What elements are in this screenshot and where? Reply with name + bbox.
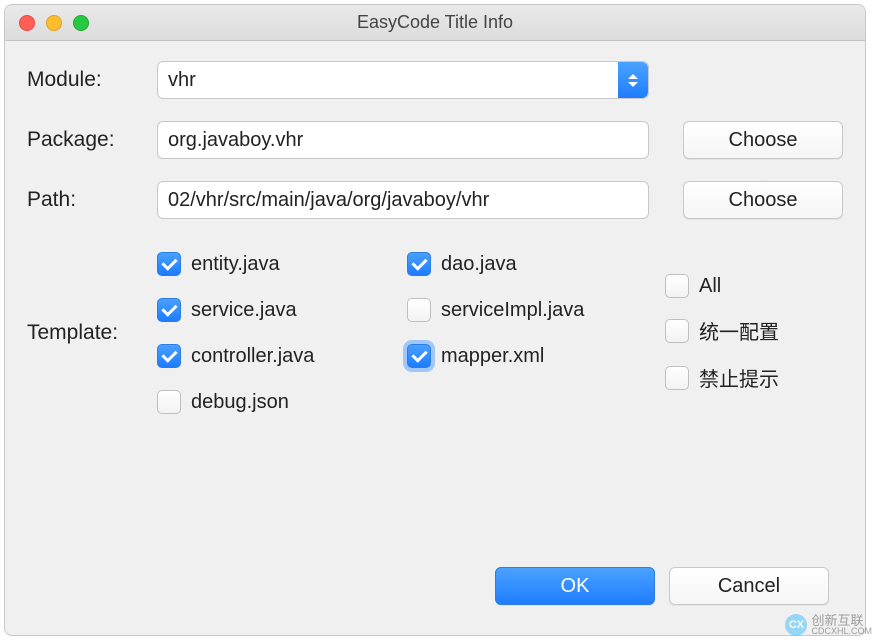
checkbox-unchecked-icon — [665, 366, 689, 390]
template-label: Template: — [27, 321, 157, 345]
choose-path-button[interactable]: Choose — [683, 181, 843, 219]
module-value: vhr — [168, 69, 196, 92]
side-option-checkbox[interactable]: 禁止提示 — [665, 363, 843, 392]
package-label: Package: — [27, 128, 157, 152]
checkbox-checked-icon — [157, 252, 181, 276]
dialog-window: EasyCode Title Info Module: vhr Package:… — [4, 4, 866, 636]
module-label: Module: — [27, 68, 157, 92]
close-icon[interactable] — [19, 15, 35, 31]
cancel-button[interactable]: Cancel — [669, 567, 829, 605]
choose-label: Choose — [729, 189, 798, 212]
template-label: mapper.xml — [441, 345, 544, 368]
template-label: dao.java — [441, 253, 517, 276]
checkbox-unchecked-icon — [665, 319, 689, 343]
template-label: service.java — [191, 299, 297, 322]
choose-label: Choose — [729, 129, 798, 152]
watermark: CX 创新互联 CDCXHL.COM — [785, 614, 872, 636]
checkbox-checked-icon — [157, 344, 181, 368]
package-row: Package: org.javaboy.vhr Choose — [27, 121, 847, 159]
traffic-lights — [19, 15, 89, 31]
ok-button[interactable]: OK — [495, 567, 655, 605]
minimize-icon[interactable] — [46, 15, 62, 31]
package-value: org.javaboy.vhr — [168, 129, 303, 152]
path-row: Path: 02/vhr/src/main/java/org/javaboy/v… — [27, 181, 847, 219]
side-option-label: 禁止提示 — [699, 363, 779, 392]
dialog-footer: OK Cancel — [27, 557, 847, 621]
template-label: entity.java — [191, 253, 280, 276]
titlebar: EasyCode Title Info — [5, 5, 865, 41]
side-option-checkbox[interactable]: 统一配置 — [665, 316, 843, 345]
template-checkbox[interactable]: service.java — [157, 298, 407, 322]
maximize-icon[interactable] — [73, 15, 89, 31]
ok-label: OK — [561, 575, 590, 598]
path-input[interactable]: 02/vhr/src/main/java/org/javaboy/vhr — [157, 181, 649, 219]
template-checkbox[interactable]: debug.json — [157, 390, 407, 414]
checkbox-checked-icon — [407, 252, 431, 276]
template-checkbox[interactable]: mapper.xml — [407, 344, 649, 368]
template-checkbox[interactable]: dao.java — [407, 252, 649, 276]
template-checkbox[interactable]: entity.java — [157, 252, 407, 276]
path-value: 02/vhr/src/main/java/org/javaboy/vhr — [168, 189, 489, 212]
cancel-label: Cancel — [718, 575, 780, 598]
choose-package-button[interactable]: Choose — [683, 121, 843, 159]
watermark-en: CDCXHL.COM — [811, 627, 872, 636]
module-row: Module: vhr — [27, 61, 847, 99]
side-options: All 统一配置禁止提示 — [665, 274, 843, 392]
checkbox-unchecked-icon — [665, 274, 689, 298]
template-label: controller.java — [191, 345, 314, 368]
path-label: Path: — [27, 188, 157, 212]
package-input[interactable]: org.javaboy.vhr — [157, 121, 649, 159]
module-select[interactable]: vhr — [157, 61, 649, 99]
window-title: EasyCode Title Info — [5, 12, 865, 33]
template-grid: entity.java dao.java service.java serviceIm… — [157, 241, 649, 425]
checkbox-checked-icon — [157, 298, 181, 322]
watermark-logo: CX — [785, 614, 807, 636]
template-checkbox[interactable]: controller.java — [157, 344, 407, 368]
side-option-label: 统一配置 — [699, 316, 779, 345]
side-option-label: All — [699, 275, 721, 298]
checkbox-checked-icon — [407, 344, 431, 368]
template-label: debug.json — [191, 391, 289, 414]
dialog-content: Module: vhr Package: org.javaboy.vhr Cho… — [5, 41, 865, 635]
checkbox-unchecked-icon — [407, 298, 431, 322]
side-option-checkbox[interactable]: All — [665, 274, 843, 298]
chevron-updown-icon[interactable] — [618, 62, 648, 98]
template-label: serviceImpl.java — [441, 299, 584, 322]
checkbox-unchecked-icon — [157, 390, 181, 414]
template-checkbox[interactable]: serviceImpl.java — [407, 298, 649, 322]
template-row: Template: entity.java dao.java service.jav… — [27, 241, 847, 425]
